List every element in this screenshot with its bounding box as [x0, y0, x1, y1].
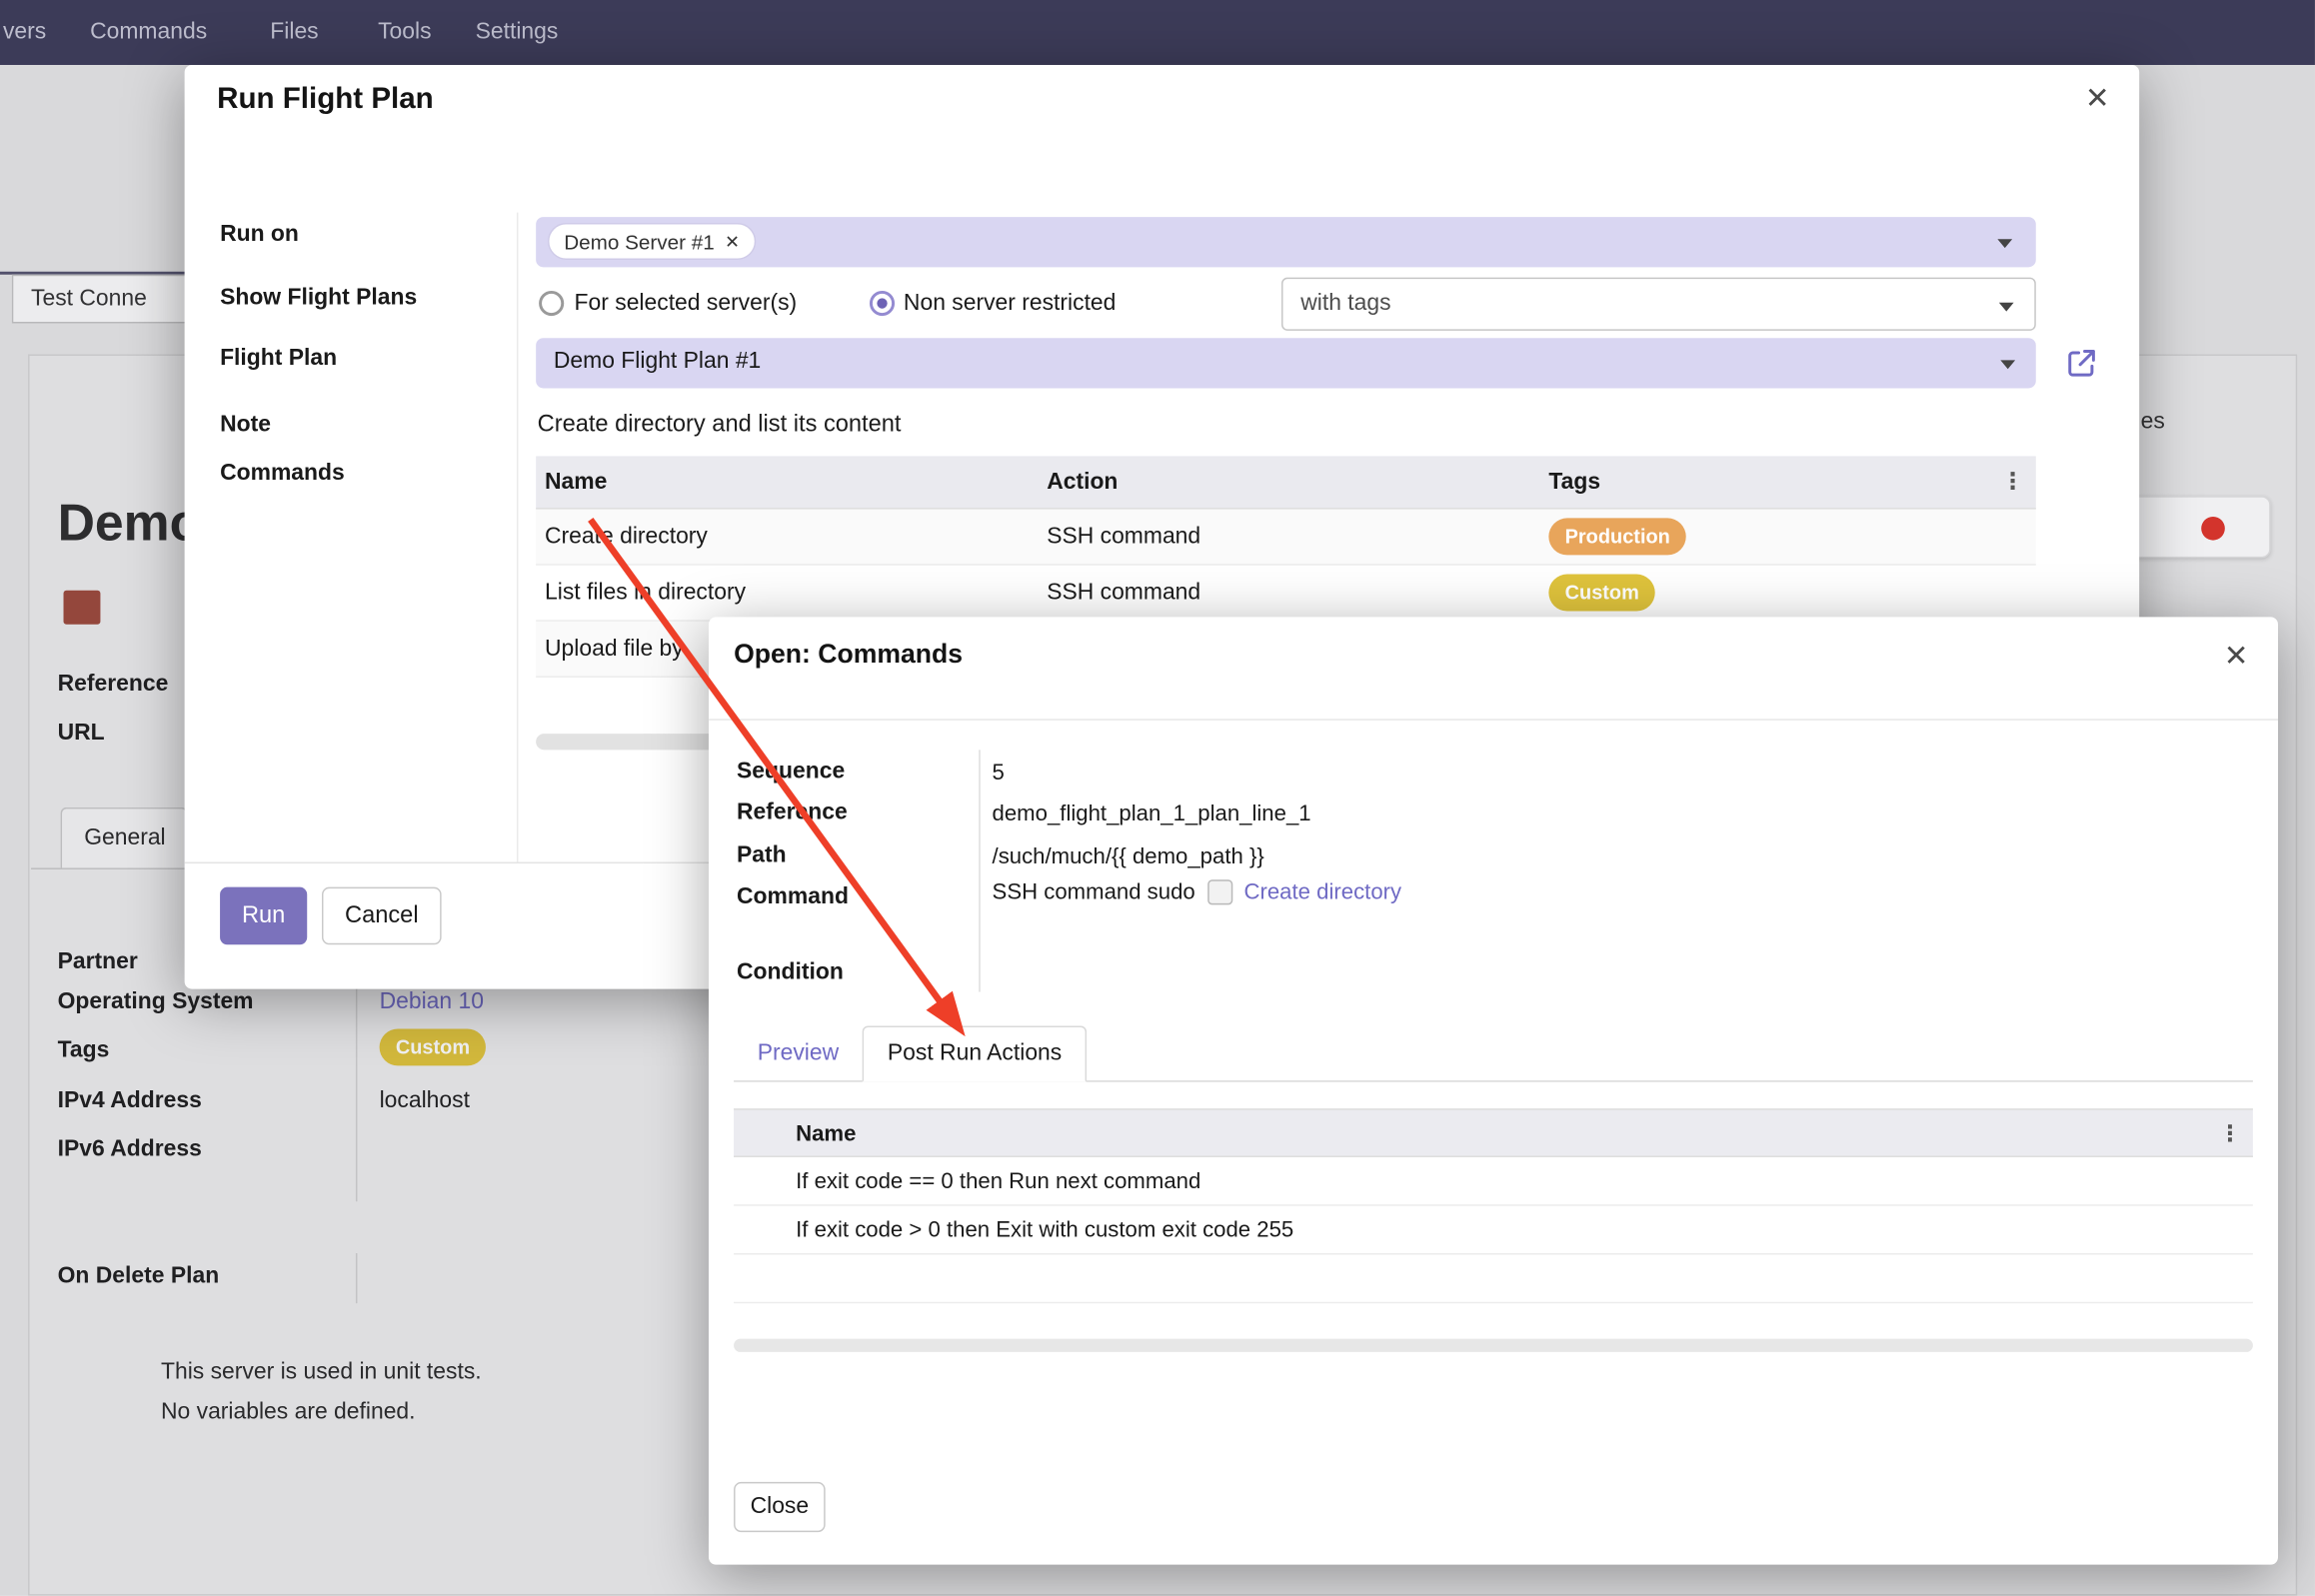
create-directory-checkbox[interactable] — [1207, 879, 1232, 904]
run-on-select[interactable]: Demo Server #1 ✕ — [536, 217, 2036, 267]
close-icon[interactable]: ✕ — [2224, 638, 2249, 675]
chevron-down-icon — [1997, 239, 2012, 248]
screen: vers Commands Files Tools Settings Test … — [0, 0, 2315, 1596]
tag-badge-custom[interactable]: Custom — [1548, 575, 1655, 612]
cell-action: SSH command — [1038, 510, 1539, 565]
tab-preview[interactable]: Preview — [734, 1027, 863, 1080]
cell-action: SSH command — [1038, 566, 1539, 621]
post-run-actions-table: Name ⋮ If exit code == 0 then Run next c… — [734, 1108, 2253, 1303]
col-tags[interactable]: Tags — [1540, 456, 2036, 508]
divider — [979, 750, 980, 991]
with-tags-select[interactable]: with tags — [1281, 278, 2036, 331]
condition-label: Condition — [737, 959, 844, 986]
chevron-down-icon — [2000, 360, 2015, 369]
sequence-value: 5 — [993, 761, 1005, 786]
cancel-button[interactable]: Cancel — [322, 887, 442, 945]
external-link-icon[interactable] — [2064, 346, 2099, 381]
cell-tags: Production — [1540, 510, 2036, 565]
run-button[interactable]: Run — [220, 887, 307, 945]
command-value-row: SSH command sudo Create directory — [993, 879, 1402, 904]
modal-title: Open: Commands — [734, 640, 963, 671]
table-row[interactable]: Create directory SSH command Production — [536, 510, 2036, 566]
run-on-label: Run on — [220, 222, 299, 249]
tag-badge-production[interactable]: Production — [1548, 519, 1686, 556]
path-value: /such/much/{{ demo_path }} — [993, 844, 1264, 869]
cell-tags: Custom — [1540, 566, 2036, 621]
cell-name: Create directory — [536, 510, 1038, 565]
table-header: Name Action Tags ⋮ — [536, 456, 2036, 509]
kebab-menu-icon[interactable]: ⋮ — [2219, 1110, 2241, 1159]
modal-title: Run Flight Plan — [217, 83, 434, 117]
chip-remove-icon[interactable]: ✕ — [725, 231, 740, 252]
open-commands-modal: Open: Commands ✕ Sequence Reference Path… — [709, 617, 2278, 1564]
kebab-menu-icon[interactable]: ⋮ — [2001, 456, 2024, 509]
radio-non-server-restricted[interactable] — [870, 291, 895, 316]
table-header: Name ⋮ — [734, 1108, 2253, 1157]
divider — [709, 719, 2278, 720]
with-tags-value: with tags — [1300, 291, 1390, 318]
divider — [517, 213, 518, 863]
radio-for-selected-servers[interactable] — [539, 291, 564, 316]
server-chip-label: Demo Server #1 — [564, 230, 715, 254]
note-label: Note — [220, 412, 271, 439]
table-row-empty — [734, 1254, 2253, 1303]
close-icon[interactable]: ✕ — [2085, 80, 2110, 117]
reference-label: Reference — [737, 800, 848, 827]
create-directory-link[interactable]: Create directory — [1243, 879, 1401, 904]
reference-value: demo_flight_plan_1_plan_line_1 — [993, 801, 1311, 826]
commands-label: Commands — [220, 461, 345, 488]
flight-plan-label: Flight Plan — [220, 346, 337, 373]
sequence-label: Sequence — [737, 759, 845, 786]
col-action[interactable]: Action — [1038, 456, 1539, 508]
table-row[interactable]: List files in directory SSH command Cust… — [536, 566, 2036, 622]
tab-bar: Preview Post Run Actions — [734, 1026, 2253, 1082]
flight-plan-value: Demo Flight Plan #1 — [554, 349, 761, 376]
flight-plan-select[interactable]: Demo Flight Plan #1 — [536, 338, 2036, 388]
show-flight-plans-label: Show Flight Plans — [220, 285, 417, 312]
radio-non-restricted-label[interactable]: Non server restricted — [904, 291, 1116, 318]
table-row[interactable]: If exit code == 0 then Run next command — [734, 1157, 2253, 1206]
radio-for-selected-label[interactable]: For selected server(s) — [575, 291, 798, 318]
command-value: SSH command sudo — [993, 879, 1195, 904]
col-name[interactable]: Name — [796, 1122, 856, 1147]
plan-description: Create directory and list its content — [538, 412, 902, 439]
col-name[interactable]: Name — [536, 456, 1038, 508]
server-chip[interactable]: Demo Server #1 ✕ — [548, 223, 756, 260]
path-label: Path — [737, 842, 787, 869]
tab-post-run-actions[interactable]: Post Run Actions — [863, 1026, 1088, 1082]
table-row[interactable]: If exit code > 0 then Exit with custom e… — [734, 1206, 2253, 1255]
cell-name: List files in directory — [536, 566, 1038, 621]
table-scrollbar[interactable] — [734, 1339, 2253, 1352]
command-label: Command — [737, 884, 849, 911]
chevron-down-icon — [1999, 303, 2014, 312]
close-button[interactable]: Close — [734, 1482, 826, 1532]
